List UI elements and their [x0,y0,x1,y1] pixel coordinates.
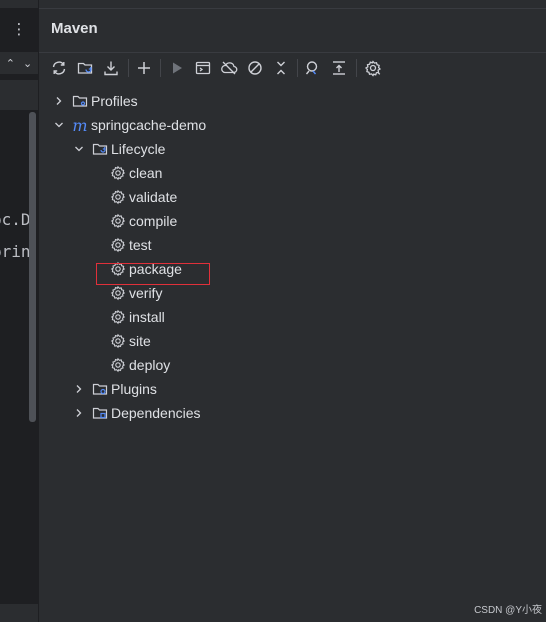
settings-icon[interactable] [362,57,384,79]
code-line: pc.D [0,210,30,229]
more-vertical-icon[interactable]: ⋮ [11,20,27,38]
reload-icon[interactable] [48,57,70,79]
phase-label: clean [129,165,163,181]
editor-navigation: ⌃ ⌄ [0,52,38,74]
tree-item-profiles[interactable]: Profiles [52,89,138,113]
gear-icon [110,189,126,205]
chevron-right-icon[interactable] [72,382,86,396]
tree-item-label: Lifecycle [111,141,166,157]
tree-item-phase-site[interactable]: site [110,329,151,353]
panel-top-strip [39,0,546,9]
tree-item-phase-validate[interactable]: validate [110,185,177,209]
code-line: prin [0,242,30,261]
chevron-down-icon[interactable] [72,142,86,156]
run-icon[interactable] [166,57,188,79]
watermark: CSDN @Y小夜 [474,605,542,616]
phase-label: compile [129,213,178,229]
highlight-box-package [96,263,210,285]
tree-item-phase-install[interactable]: install [110,305,165,329]
phase-label: test [129,237,152,253]
gear-icon [110,333,126,349]
tree-item-phase-deploy[interactable]: deploy [110,353,170,377]
editor-scrollbar[interactable] [29,112,36,422]
phase-label: verify [129,285,163,301]
maven-project-icon: m [72,115,88,135]
lifecycle-folder-icon [92,141,108,157]
collapse-icon[interactable] [270,57,292,79]
gear-icon [110,309,126,325]
maven-tool-window: Maven Profiles m springcache-demo Lifecy… [39,0,546,622]
tree-item-label: Plugins [111,381,157,397]
tree-item-phase-clean[interactable]: clean [110,161,162,185]
gear-icon [110,165,126,181]
phase-label: site [129,333,151,349]
gear-icon [110,237,126,253]
collapse-all-icon[interactable] [328,57,350,79]
download-icon[interactable] [100,57,122,79]
tree-item-label: Dependencies [111,405,201,421]
phase-label: deploy [129,357,171,373]
tree-item-phase-test[interactable]: test [110,233,152,257]
tree-item-label: Profiles [91,93,138,109]
offline-icon[interactable] [218,57,240,79]
chevron-up-icon[interactable]: ⌃ [6,57,15,70]
gear-icon [110,357,126,373]
gear-icon [110,213,126,229]
tree-item-plugins[interactable]: Plugins [72,377,157,401]
gear-icon [110,285,126,301]
chevron-right-icon[interactable] [52,94,66,108]
panel-title: Maven [51,20,98,37]
plugins-folder-icon [92,381,108,397]
dependencies-folder-icon [92,405,108,421]
execute-goal-icon[interactable] [192,57,214,79]
editor-status-strip [0,604,38,622]
tree-item-label: springcache-demo [91,117,207,133]
skip-tests-icon[interactable] [244,57,266,79]
chevron-down-icon[interactable] [52,118,66,132]
chevron-right-icon[interactable] [72,406,86,420]
phase-label: validate [129,189,178,205]
phase-label: install [129,309,165,325]
editor-breadcrumb-bar [0,80,38,110]
generate-sources-icon[interactable] [74,57,96,79]
tree-item-project[interactable]: m springcache-demo [52,113,206,137]
chevron-down-icon[interactable]: ⌄ [23,57,32,70]
editor-top-bar [0,0,38,8]
maven-toolbar [39,52,546,83]
add-icon[interactable] [133,57,155,79]
editor-area: ⋮ ⌃ ⌄ pc.D prin [0,0,38,622]
profiles-folder-icon [72,93,88,109]
show-dependencies-icon[interactable] [302,57,324,79]
tree-item-phase-compile[interactable]: compile [110,209,177,233]
tree-item-lifecycle[interactable]: Lifecycle [72,137,165,161]
tree-item-dependencies[interactable]: Dependencies [72,401,201,425]
